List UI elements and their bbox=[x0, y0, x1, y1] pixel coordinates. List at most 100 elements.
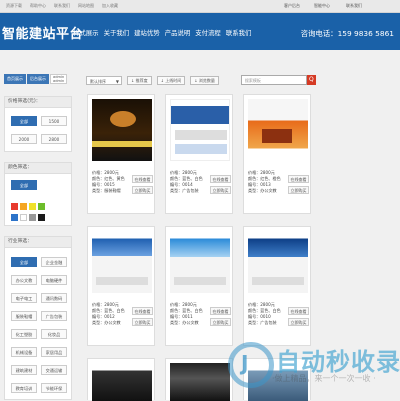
nav-item-contact[interactable]: 联系我们 bbox=[226, 28, 252, 37]
preview-button[interactable]: 在线查看 bbox=[210, 307, 231, 315]
price-option-2000[interactable]: 2000 bbox=[11, 134, 37, 144]
template-card: 价格：2800元 颜色：蓝色、白色 编号：0014 类型：广告包装 在线查看 立… bbox=[165, 94, 233, 214]
color-option-all[interactable]: 全部 bbox=[11, 180, 37, 190]
template-card: 价格：2800元 颜色：蓝色、白色 编号：0011 类型：办公文教 在线查看 立… bbox=[165, 226, 233, 346]
preview-button[interactable]: 在线查看 bbox=[132, 307, 153, 315]
sort-select-value: 默认排序 bbox=[90, 78, 106, 84]
template-card: 价格：2800元 颜色：蓝色、白色 编号：0010 类型：广告包装 在线查看 立… bbox=[243, 226, 311, 346]
industry-option-office[interactable]: 办公文教 bbox=[11, 275, 37, 285]
industry-option-cosmetics[interactable]: 化妆品 bbox=[41, 329, 67, 339]
top-link-help[interactable]: 帮助中心 bbox=[30, 3, 46, 9]
nav-item-payment[interactable]: 支付流程 bbox=[195, 28, 221, 37]
buy-button[interactable]: 立即购买 bbox=[288, 318, 309, 326]
template-thumbnail[interactable] bbox=[248, 99, 308, 161]
top-link-center[interactable]: 智能中心 bbox=[314, 3, 330, 9]
buy-button[interactable]: 立即购买 bbox=[132, 186, 153, 194]
site-header: 智能建站平台 样式展示 关于我们 建站优势 产品说明 支付流程 联系我们 咨询电… bbox=[0, 13, 400, 50]
industry-option-education[interactable]: 教育培训 bbox=[11, 383, 37, 393]
top-link-sitemap[interactable]: 网站地图 bbox=[78, 3, 94, 9]
color-swatch-green[interactable] bbox=[38, 203, 45, 210]
color-swatch-orange[interactable] bbox=[20, 203, 27, 210]
template-thumbnail[interactable] bbox=[170, 99, 230, 161]
industry-filter-title: 行业筛选： bbox=[5, 237, 71, 248]
nav-item-advantages[interactable]: 建站优势 bbox=[134, 28, 160, 37]
sort-date-label: 上线时间 bbox=[165, 77, 182, 83]
admin-box: admin admin bbox=[50, 74, 68, 84]
site-logo[interactable]: 智能建站平台 bbox=[2, 23, 83, 42]
preview-button[interactable]: 在线查看 bbox=[288, 307, 309, 315]
template-card: 价格：2800元 颜色：红色、黄色 编号：0015 类型：服装鞋帽 在线查看 立… bbox=[87, 94, 155, 214]
industry-option-digital[interactable]: 通讯数码 bbox=[41, 293, 67, 303]
search-icon: Q bbox=[309, 76, 314, 83]
buy-button[interactable]: 立即购买 bbox=[132, 318, 153, 326]
search-input[interactable]: 搜索模板 bbox=[240, 75, 307, 85]
top-link-bookmark[interactable]: 加入收藏 bbox=[102, 3, 118, 9]
template-card: 价格：2800元 颜色：蓝色、白色 编号：0012 类型：办公文教 在线查看 立… bbox=[87, 226, 155, 346]
industry-option-apparel[interactable]: 服装鞋帽 bbox=[11, 311, 37, 321]
template-type: 类型：办公文教 bbox=[248, 188, 277, 193]
template-card bbox=[165, 358, 233, 401]
industry-option-machinery[interactable]: 机械设备 bbox=[11, 347, 37, 357]
template-thumbnail[interactable] bbox=[92, 231, 152, 293]
buy-button[interactable]: 立即购买 bbox=[210, 318, 231, 326]
template-type: 类型：办公文教 bbox=[92, 320, 121, 325]
sort-recommend-label: 推荐度 bbox=[135, 77, 148, 83]
crumb-home-showcase[interactable]: 首页展示 bbox=[4, 74, 26, 84]
top-link-client[interactable]: 客户后台 bbox=[284, 3, 300, 9]
color-swatch-blue[interactable] bbox=[11, 214, 18, 221]
admin-pass: admin bbox=[53, 79, 65, 83]
sort-views-button[interactable]: ↓ 浏览数量 bbox=[190, 75, 219, 85]
template-type: 类型：服装鞋帽 bbox=[92, 188, 121, 193]
watermark-logo: J 自动秒收录 ·做上精品，来一个一次一收 · bbox=[228, 340, 400, 400]
preview-button[interactable]: 在线查看 bbox=[132, 175, 153, 183]
price-option-all[interactable]: 全部 bbox=[11, 116, 37, 126]
template-type: 类型：广告包装 bbox=[170, 188, 199, 193]
top-link-download[interactable]: 资源下载 bbox=[6, 3, 22, 9]
industry-option-finance[interactable]: 企业金融 bbox=[41, 257, 67, 267]
chevron-down-icon: ▼ bbox=[115, 78, 119, 84]
nav-item-products[interactable]: 产品说明 bbox=[165, 28, 191, 37]
color-filter-title: 颜色筛选： bbox=[5, 163, 71, 174]
industry-option-hardware[interactable]: 电脑硬件 bbox=[41, 275, 67, 285]
top-link-contact-right[interactable]: 联系我们 bbox=[346, 3, 362, 9]
top-link-contact[interactable]: 联系我们 bbox=[54, 3, 70, 9]
color-swatch-gray[interactable] bbox=[29, 214, 36, 221]
industry-option-construction[interactable]: 建筑建材 bbox=[11, 365, 37, 375]
color-swatch-red[interactable] bbox=[11, 203, 18, 210]
top-utility-bar: 资源下载 帮助中心 联系我们 网站地图 加入收藏 客户后台 智能中心 联系我们 bbox=[0, 0, 400, 13]
template-thumbnail[interactable] bbox=[92, 99, 152, 161]
sort-recommend-button[interactable]: ↓ 推荐度 bbox=[127, 75, 152, 85]
sort-toolbar: 默认排序 ▼ ↓ 推荐度 ↓ 上线时间 ↓ 浏览数量 搜索模板 Q bbox=[86, 75, 316, 85]
template-type: 类型：办公文教 bbox=[170, 320, 199, 325]
watermark-title: 自动秒收录 bbox=[276, 348, 400, 376]
template-thumbnail[interactable] bbox=[248, 231, 308, 293]
buy-button[interactable]: 立即购买 bbox=[210, 186, 231, 194]
industry-option-household[interactable]: 家居用品 bbox=[41, 347, 67, 357]
nav-item-styles[interactable]: 样式展示 bbox=[73, 28, 99, 37]
industry-filter-panel: 行业筛选： 全部 企业金融 办公文教 电脑硬件 电子电工 通讯数码 服装鞋帽 广… bbox=[4, 236, 72, 400]
phone-number: 咨询电话：159 9836 5861 bbox=[300, 29, 394, 38]
price-option-1500[interactable]: 1500 bbox=[41, 116, 67, 126]
nav-item-about[interactable]: 关于我们 bbox=[104, 28, 130, 37]
preview-button[interactable]: 在线查看 bbox=[288, 175, 309, 183]
industry-option-transport[interactable]: 交通运输 bbox=[41, 365, 67, 375]
watermark-icon: J bbox=[228, 342, 274, 388]
buy-button[interactable]: 立即购买 bbox=[288, 186, 309, 194]
industry-option-electrical[interactable]: 电子电工 bbox=[11, 293, 37, 303]
industry-option-chemical[interactable]: 化工塑胶 bbox=[11, 329, 37, 339]
sort-select[interactable]: 默认排序 ▼ bbox=[86, 75, 122, 85]
template-thumbnail[interactable] bbox=[92, 363, 152, 401]
sort-date-button[interactable]: ↓ 上线时间 bbox=[156, 75, 186, 85]
industry-option-advertising[interactable]: 广告包装 bbox=[41, 311, 67, 321]
color-swatch-black[interactable] bbox=[38, 214, 45, 221]
search-button[interactable]: Q bbox=[306, 75, 316, 85]
price-option-2800[interactable]: 2800 bbox=[41, 134, 67, 144]
template-thumbnail[interactable] bbox=[170, 231, 230, 293]
color-swatch-white[interactable] bbox=[20, 214, 27, 221]
preview-button[interactable]: 在线查看 bbox=[210, 175, 231, 183]
industry-option-environment[interactable]: 节能环保 bbox=[41, 383, 67, 393]
industry-option-all[interactable]: 全部 bbox=[11, 257, 37, 267]
crumb-admin-showcase[interactable]: 后台展示 bbox=[27, 74, 49, 84]
color-swatch-yellow[interactable] bbox=[29, 203, 36, 210]
template-thumbnail[interactable] bbox=[170, 363, 230, 401]
